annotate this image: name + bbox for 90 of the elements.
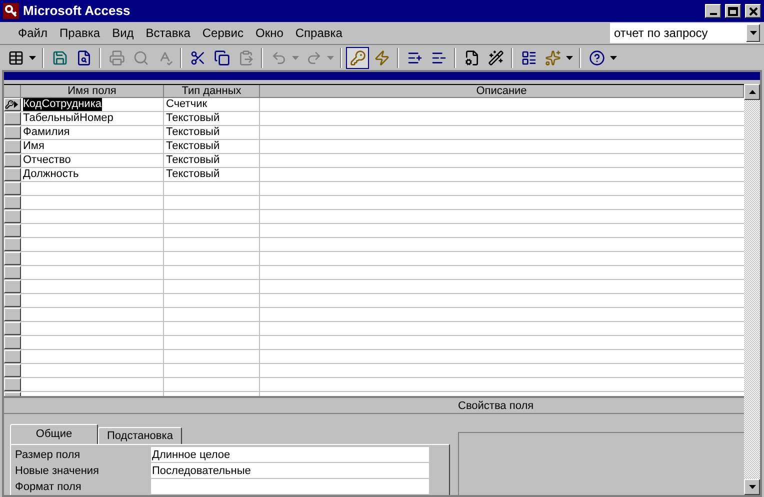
row-selector[interactable] xyxy=(4,266,21,279)
field-name: ТабельныйНомер xyxy=(23,112,114,125)
menu-item[interactable]: Вставка xyxy=(140,24,196,42)
row-selector[interactable] xyxy=(4,364,21,377)
row-selector[interactable] xyxy=(4,224,21,237)
data-type-cell[interactable]: Текстовый xyxy=(164,168,260,181)
printer-icon xyxy=(108,50,124,66)
row-selector[interactable] xyxy=(4,336,21,349)
column-header[interactable]: Имя поля xyxy=(21,85,164,97)
dropdown-caret-icon xyxy=(746,24,760,42)
magnifier-icon xyxy=(132,50,148,66)
tab[interactable]: Подстановка xyxy=(98,427,182,444)
row-selector[interactable] xyxy=(4,154,21,167)
wand-icon xyxy=(488,50,504,66)
up-arrow-icon xyxy=(748,90,756,94)
row-selector[interactable] xyxy=(4,252,21,265)
field-name-cell[interactable]: Должность xyxy=(21,168,164,181)
paste-icon xyxy=(238,50,254,66)
insert-rows-icon xyxy=(406,50,422,66)
object-combo[interactable]: отчет по запросу xyxy=(610,23,760,43)
key-icon xyxy=(3,3,19,19)
row-selector[interactable] xyxy=(4,98,21,111)
property-value-field[interactable]: Последовательные xyxy=(151,463,429,478)
row-selector[interactable] xyxy=(4,238,21,251)
scissors-icon xyxy=(190,50,206,66)
field-name: КодСотрудника xyxy=(23,98,102,111)
row-selector[interactable] xyxy=(4,112,21,125)
field-name-cell[interactable]: Имя xyxy=(21,140,164,153)
row-selector[interactable] xyxy=(4,140,21,153)
field-name-cell[interactable]: Фамилия xyxy=(21,126,164,139)
key-icon xyxy=(5,100,14,109)
redo-icon xyxy=(306,50,322,66)
key-icon xyxy=(350,50,366,66)
undo-icon xyxy=(270,50,286,66)
field-name: Фамилия xyxy=(23,126,70,139)
menu-item[interactable]: Вид xyxy=(106,24,140,42)
save-icon xyxy=(52,50,68,66)
row-selector[interactable] xyxy=(4,196,21,209)
down-arrow-icon xyxy=(748,485,756,489)
menu-item[interactable]: Окно xyxy=(249,24,290,42)
data-type-cell[interactable]: Счетчик xyxy=(164,98,260,111)
field-name-cell[interactable]: Отчество xyxy=(21,154,164,167)
menu-item[interactable]: Файл xyxy=(12,24,54,42)
field-name: Должность xyxy=(23,168,79,181)
row-selector[interactable] xyxy=(4,378,21,391)
row-selector[interactable] xyxy=(4,210,21,223)
scroll-up-button[interactable] xyxy=(744,84,760,100)
property-label: Новые значения xyxy=(15,464,100,478)
row-selector[interactable] xyxy=(4,126,21,139)
field-name: Отчество xyxy=(23,154,71,167)
toolbar-button[interactable] xyxy=(346,46,369,68)
menu-item[interactable]: Справка xyxy=(289,24,348,42)
row-selector[interactable] xyxy=(4,350,21,363)
page-search-icon xyxy=(76,50,92,66)
minimize-icon xyxy=(710,13,716,15)
close-icon xyxy=(748,6,758,16)
property-value-field[interactable] xyxy=(151,479,429,494)
row-selector[interactable] xyxy=(4,182,21,195)
properties-icon xyxy=(464,50,480,66)
data-type-cell[interactable]: Текстовый xyxy=(164,154,260,167)
maximize-icon xyxy=(728,6,738,16)
row-selector[interactable] xyxy=(4,322,21,335)
menu-item[interactable]: Правка xyxy=(54,24,106,42)
minimize-button[interactable] xyxy=(705,4,721,18)
section-title: Свойства поля xyxy=(457,399,534,413)
delete-rows-icon xyxy=(430,50,446,66)
property-label: Формат поля xyxy=(15,480,82,494)
maximize-button[interactable] xyxy=(725,4,741,18)
scroll-down-button[interactable] xyxy=(744,479,760,495)
copy-icon xyxy=(214,50,230,66)
field-name-cell[interactable]: КодСотрудника xyxy=(21,98,164,111)
help-icon xyxy=(588,50,604,66)
table-icon xyxy=(8,50,24,66)
property-value-field[interactable]: Длинное целое xyxy=(151,447,429,462)
window-title: Microsoft Access xyxy=(23,2,132,20)
column-header[interactable]: Тип данных xyxy=(164,85,260,97)
field-name: Имя xyxy=(23,140,44,153)
row-selector[interactable] xyxy=(4,308,21,321)
current-row-arrow-icon xyxy=(14,101,18,108)
menu-item[interactable]: Сервис xyxy=(196,24,250,42)
close-button[interactable] xyxy=(745,4,761,18)
property-label: Размер поля xyxy=(15,448,82,462)
field-name-cell[interactable]: ТабельныйНомер xyxy=(21,112,164,125)
data-type-cell[interactable]: Текстовый xyxy=(164,126,260,139)
data-type-cell[interactable]: Текстовый xyxy=(164,140,260,153)
row-selector[interactable] xyxy=(4,294,21,307)
row-selector[interactable] xyxy=(4,168,21,181)
row-selector[interactable] xyxy=(4,280,21,293)
tab[interactable]: Общие xyxy=(10,424,98,444)
data-type-cell[interactable]: Текстовый xyxy=(164,112,260,125)
